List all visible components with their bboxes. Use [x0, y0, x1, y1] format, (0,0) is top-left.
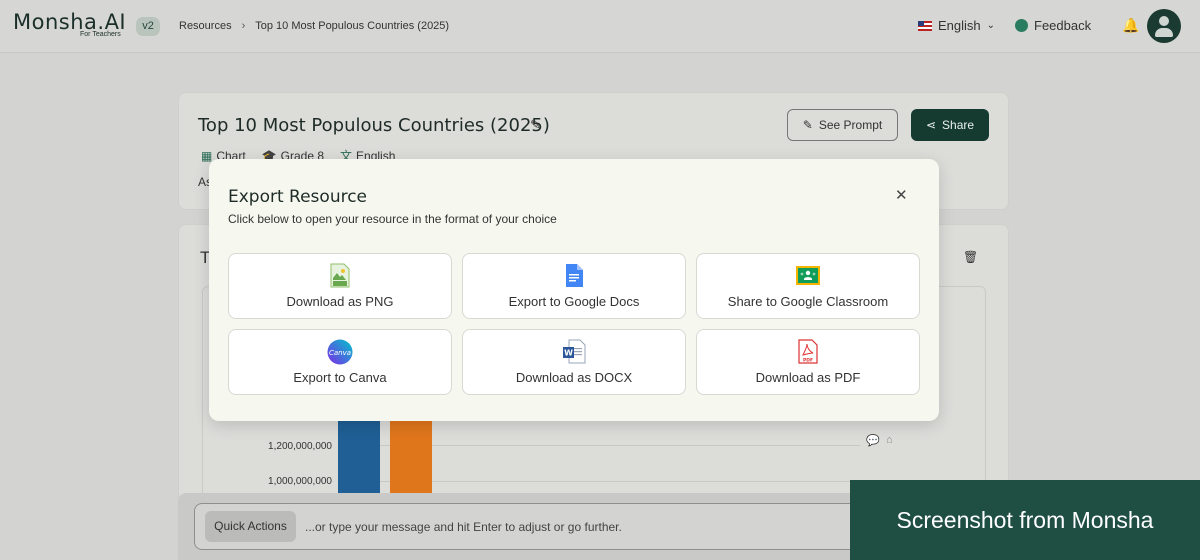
option-label: Export to Google Docs: [508, 294, 640, 309]
bell-icon[interactable]: 🔔: [1122, 17, 1139, 34]
feedback-label: Feedback: [1034, 18, 1092, 33]
brand-tag: Screenshot from Monsha: [850, 480, 1200, 560]
option-label: Download as DOCX: [515, 370, 633, 385]
quick-actions-button[interactable]: Quick Actions: [205, 511, 296, 542]
message-placeholder: ...or type your message and hit Enter to…: [305, 520, 622, 534]
share-button[interactable]: ⋖ Share: [911, 109, 989, 141]
option-label: Share to Google Classroom: [727, 294, 889, 309]
logo-subtitle: For Teachers: [80, 31, 121, 38]
edit-icon[interactable]: ✎: [530, 117, 541, 133]
chevron-right-icon: ›: [241, 20, 246, 32]
share-google-classroom-option[interactable]: Share to Google Classroom: [696, 253, 920, 319]
resource-title: Top 10 Most Populous Countries (2025): [198, 115, 550, 136]
comment-icon[interactable]: 💬: [866, 434, 880, 447]
google-classroom-icon: [796, 266, 820, 285]
canva-icon: Canva: [327, 339, 353, 365]
share-label: Share: [942, 118, 975, 132]
close-icon[interactable]: ✕: [895, 186, 908, 204]
see-prompt-button[interactable]: ✎ See Prompt: [787, 109, 898, 141]
pdf-icon: PDF: [798, 339, 818, 364]
bar-series-2: [390, 421, 432, 493]
chevron-down-icon: ⌄: [986, 20, 996, 31]
top-bar: Monsha.AI For Teachers v2 Resources › To…: [0, 0, 1200, 53]
breadcrumb-current: Top 10 Most Populous Countries (2025): [255, 20, 450, 32]
see-prompt-label: See Prompt: [818, 118, 883, 132]
feedback-icon: [1015, 19, 1028, 32]
y-tick-label: 1,000,000,000: [268, 476, 332, 487]
us-flag-icon: [918, 20, 932, 31]
trash-icon[interactable]: 🗑: [963, 250, 978, 264]
option-label: Export to Canva: [293, 370, 387, 385]
download-pdf-option[interactable]: PDF Download as PDF: [696, 329, 920, 395]
chart-icon: ▦: [201, 148, 213, 163]
option-label: Download as PNG: [286, 294, 394, 309]
option-label: Download as PDF: [755, 370, 861, 385]
avatar[interactable]: [1147, 9, 1181, 43]
docx-icon: W: [563, 339, 586, 364]
download-docx-option[interactable]: W Download as DOCX: [462, 329, 686, 395]
home-icon[interactable]: ⌂: [886, 434, 893, 446]
export-modal: Export Resource Click below to open your…: [209, 159, 939, 421]
breadcrumb: Resources › Top 10 Most Populous Countri…: [179, 20, 449, 32]
modal-title: Export Resource: [228, 187, 368, 207]
google-docs-icon: [566, 264, 583, 287]
png-icon: [330, 263, 350, 288]
breadcrumb-resources[interactable]: Resources: [179, 20, 232, 32]
language-label: English: [938, 18, 981, 33]
version-badge: v2: [136, 17, 160, 36]
feedback-button[interactable]: Feedback: [1015, 18, 1091, 33]
download-png-option[interactable]: Download as PNG: [228, 253, 452, 319]
edit-note-icon: ✎: [802, 118, 813, 132]
modal-subtitle: Click below to open your resource in the…: [228, 212, 557, 226]
svg-text:W: W: [564, 349, 573, 358]
bar-series-1: [338, 421, 380, 493]
share-icon: ⋖: [925, 118, 937, 132]
export-google-docs-option[interactable]: Export to Google Docs: [462, 253, 686, 319]
export-canva-option[interactable]: Canva Export to Canva: [228, 329, 452, 395]
svg-text:PDF: PDF: [803, 358, 813, 364]
language-selector[interactable]: English ⌄: [918, 18, 995, 33]
svg-text:Canva: Canva: [329, 349, 351, 357]
y-tick-label: 1,200,000,000: [268, 441, 332, 452]
